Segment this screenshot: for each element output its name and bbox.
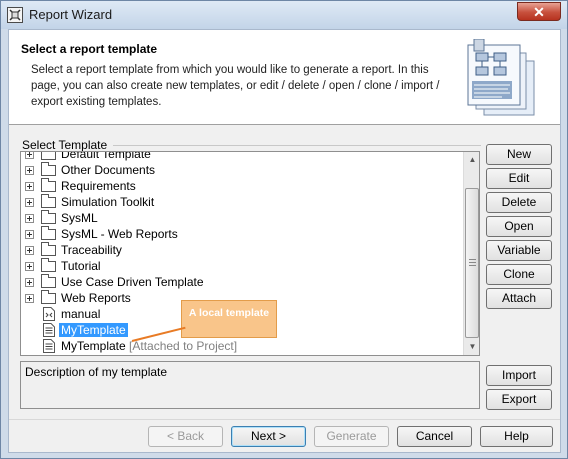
page-description: Select a report template from which you … [31, 64, 440, 108]
footer-divider [9, 419, 560, 420]
tree-item-label: Simulation Toolkit [61, 195, 155, 209]
tree-item-label: Other Documents [61, 163, 156, 177]
expand-icon[interactable] [25, 166, 34, 175]
open-button[interactable]: Open [486, 216, 552, 237]
folder-icon [41, 290, 56, 304]
grip-line [469, 265, 476, 266]
template-description-box: Description of my template [20, 361, 480, 409]
tree-item-default-template[interactable]: Default Template [21, 151, 461, 162]
report-wizard-window: Report Wizard ✕ Select a report template… [0, 0, 568, 459]
scroll-down-icon[interactable]: ▼ [465, 339, 479, 355]
expand-icon[interactable] [25, 198, 34, 207]
expand-icon[interactable] [25, 262, 34, 271]
next-button[interactable]: Next > [231, 426, 306, 447]
template-file-icon [43, 323, 55, 337]
clone-button[interactable]: Clone [486, 264, 552, 285]
scroll-up-icon[interactable]: ▲ [465, 152, 479, 168]
tree-item-label: MyTemplate [59, 323, 128, 337]
folder-icon [41, 178, 56, 192]
expand-icon[interactable] [25, 294, 34, 303]
tree-scrollbar[interactable]: ▲ ▼ [463, 152, 479, 355]
expand-icon[interactable] [25, 230, 34, 239]
template-description-text: Description of my template [25, 365, 168, 379]
close-button[interactable]: ✕ [517, 2, 561, 21]
report-documents-icon [467, 39, 535, 116]
wizard-content: Select a report template Select a report… [8, 29, 561, 453]
folder-icon [41, 274, 56, 288]
expand-icon[interactable] [25, 152, 34, 159]
select-template-label: Select Template [22, 138, 108, 152]
tree-item-label: manual [61, 307, 101, 321]
template-file-icon [43, 339, 55, 353]
tree-item-sysml-web-reports[interactable]: SysML - Web Reports [21, 226, 461, 242]
tree-item-requirements[interactable]: Requirements [21, 178, 461, 194]
tree-item-label: Default Template [61, 151, 151, 161]
xml-file-icon [43, 307, 55, 321]
back-button[interactable]: < Back [148, 426, 223, 447]
grip-line [469, 259, 476, 260]
tree-item-use-case-driven-template[interactable]: Use Case Driven Template [21, 274, 461, 290]
scroll-thumb[interactable] [465, 188, 479, 338]
wizard-header: Select a report template Select a report… [9, 30, 560, 125]
delete-button[interactable]: Delete [486, 192, 552, 213]
help-button[interactable]: Help [480, 426, 553, 447]
new-button[interactable]: New [486, 144, 552, 165]
tree-item-mytemplate-attached[interactable]: MyTemplate [Attached to Project] [21, 338, 461, 354]
tree-item-traceability[interactable]: Traceability [21, 242, 461, 258]
tree-item-label: Use Case Driven Template [61, 275, 204, 289]
tree-item-label: Requirements [61, 179, 136, 193]
folder-icon [41, 242, 56, 256]
tree-item-simulation-toolkit[interactable]: Simulation Toolkit [21, 194, 461, 210]
tree-item-label: SysML [61, 211, 98, 225]
attached-note: [Attached to Project] [129, 339, 238, 353]
tree-item-label: MyTemplate [Attached to Project] [61, 339, 237, 353]
cancel-button[interactable]: Cancel [397, 426, 472, 447]
local-template-callout: A local template [181, 300, 277, 338]
generate-button[interactable]: Generate [314, 426, 389, 447]
grip-line [469, 262, 476, 263]
tree-item-label: Traceability [61, 243, 122, 257]
folder-icon [41, 210, 56, 224]
attach-button[interactable]: Attach [486, 288, 552, 309]
expand-icon[interactable] [25, 214, 34, 223]
folder-icon [41, 258, 56, 272]
expand-icon[interactable] [25, 246, 34, 255]
tree-item-other-documents[interactable]: Other Documents [21, 162, 461, 178]
expand-icon[interactable] [25, 182, 34, 191]
folder-icon [41, 226, 56, 240]
folder-icon [41, 162, 56, 176]
group-divider [113, 145, 481, 146]
page-title: Select a report template [21, 42, 158, 56]
import-button[interactable]: Import [486, 365, 552, 386]
title-bar[interactable]: Report Wizard ✕ [1, 1, 567, 29]
tree-item-sysml[interactable]: SysML [21, 210, 461, 226]
tree-item-label: Web Reports [61, 291, 131, 305]
expand-icon[interactable] [25, 278, 34, 287]
tree-item-tutorial[interactable]: Tutorial [21, 258, 461, 274]
app-icon [7, 7, 23, 23]
tree-item-label: Tutorial [61, 259, 101, 273]
tree-item-name: MyTemplate [61, 339, 126, 353]
export-button[interactable]: Export [486, 389, 552, 410]
edit-button[interactable]: Edit [486, 168, 552, 189]
tree-item-label: SysML - Web Reports [61, 227, 178, 241]
folder-icon [41, 152, 56, 160]
variable-button[interactable]: Variable [486, 240, 552, 261]
window-title: Report Wizard [29, 7, 113, 22]
folder-icon [41, 194, 56, 208]
